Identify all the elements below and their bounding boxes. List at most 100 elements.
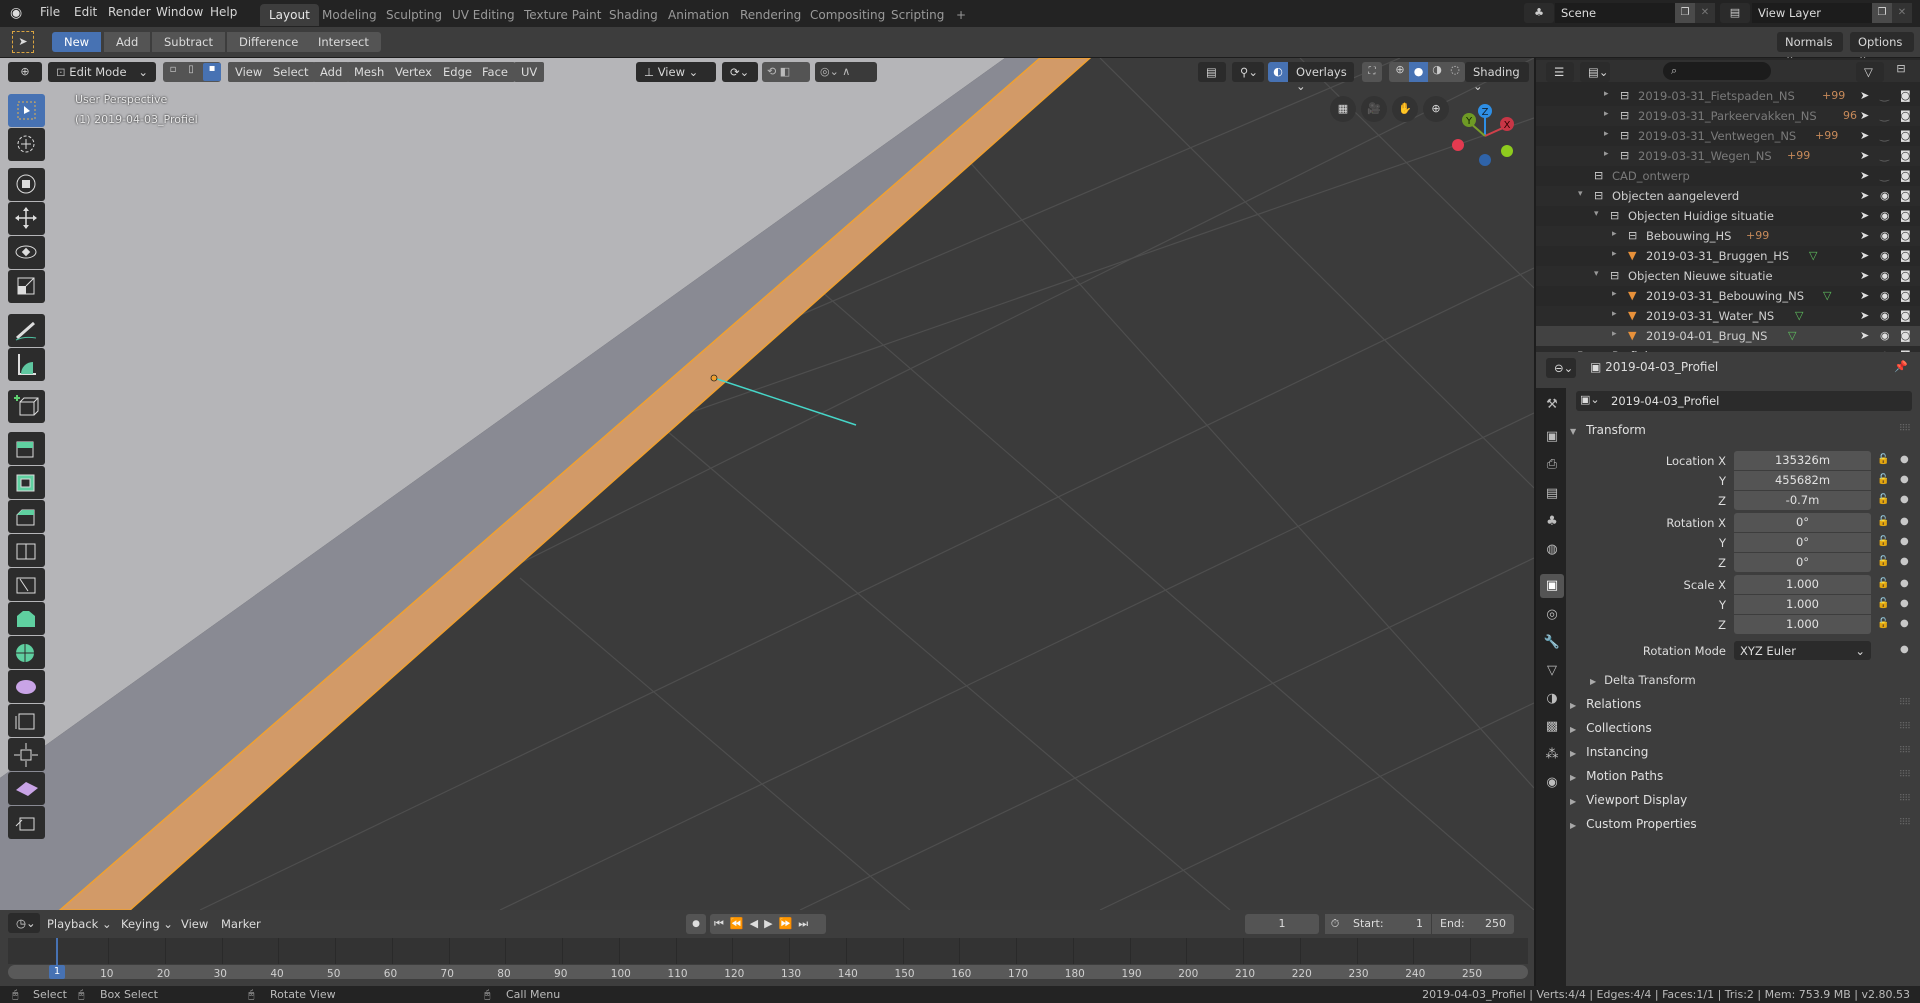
editor-type-icon[interactable]: ⊕ <box>8 62 42 82</box>
navigation-gizmo[interactable]: Z X Y <box>1450 96 1530 176</box>
drag-grip-icon[interactable]: ⠿⠿ <box>1899 770 1911 780</box>
keyframe-dot-icon[interactable]: ● <box>1900 644 1909 655</box>
disclosure-icon[interactable]: ▸ <box>1612 229 1617 239</box>
camera-icon[interactable]: ◙ <box>1900 109 1911 122</box>
viewport-menu-mesh[interactable]: Mesh <box>347 62 392 82</box>
render-tab-icon[interactable]: ▣ <box>1540 425 1564 449</box>
selectable-arrow-icon[interactable]: ➤ <box>1860 289 1869 302</box>
keyframe-dot-icon[interactable]: ● <box>1900 598 1909 609</box>
lock-icon[interactable]: 🔓 <box>1877 536 1889 547</box>
playhead-line[interactable] <box>56 938 58 966</box>
filter-icon[interactable]: ▽ <box>1856 62 1884 82</box>
select-tool-icon[interactable]: ➤ <box>12 31 34 53</box>
new-collection-icon[interactable]: ⊟ <box>1890 62 1912 80</box>
tool-extrude[interactable] <box>8 432 45 465</box>
tool-bevel[interactable] <box>8 500 45 533</box>
viewport-menu-select[interactable]: Select <box>266 62 316 82</box>
disclosure-icon[interactable]: ▾ <box>1578 189 1583 199</box>
mode-new-button[interactable]: New <box>52 32 102 52</box>
prev-keyframe-icon[interactable]: ⏪ <box>730 917 750 930</box>
keyframe-dot-icon[interactable]: ● <box>1900 494 1909 505</box>
timeline-menu-keying[interactable]: Keying ⌄ <box>121 917 173 931</box>
constraints-tab-icon[interactable]: ◉ <box>1540 771 1564 795</box>
display-mode-icon[interactable]: ▤⌄ <box>1580 62 1610 82</box>
properties-editor-type-icon[interactable]: ⊖⌄ <box>1546 358 1576 378</box>
rotation-z-field[interactable]: 0° <box>1734 553 1871 572</box>
timeline-menu-playback[interactable]: Playback ⌄ <box>47 917 112 931</box>
selectable-arrow-icon[interactable]: ➤ <box>1860 309 1869 322</box>
disclosure-icon[interactable]: ▸ <box>1604 129 1609 139</box>
eye-closed-icon[interactable]: ‿ <box>1880 169 1889 182</box>
camera-icon[interactable]: ◙ <box>1900 189 1911 202</box>
new-scene-icon[interactable]: ❐ <box>1675 3 1695 23</box>
mode-dropdown[interactable]: ⊡ Edit Mode ⌄ <box>48 62 156 82</box>
mesh-data-icon[interactable]: ▽ <box>1795 309 1803 322</box>
disclosure-icon[interactable]: ▸ <box>1604 149 1609 159</box>
mesh-data-icon[interactable]: ▽ <box>1823 289 1831 302</box>
tool-inset[interactable] <box>8 466 45 499</box>
selectable-arrow-icon[interactable]: ➤ <box>1860 89 1869 102</box>
object-tab-icon[interactable]: ▣ <box>1540 574 1564 598</box>
proportional-editing-toggle[interactable]: ◎⌄ ∧ <box>815 62 877 82</box>
panel-collections[interactable]: ▶ Collections ⠿⠿ <box>1570 716 1918 740</box>
tab-shading[interactable]: Shading <box>600 4 667 26</box>
eye-icon[interactable]: ◉ <box>1880 329 1890 342</box>
gizmo-dropdown[interactable]: ⚲⌄ <box>1232 62 1264 82</box>
tool-scale[interactable] <box>8 270 45 303</box>
mesh-data-icon[interactable]: ▽ <box>1788 329 1796 342</box>
tool-add-cube[interactable] <box>8 390 45 423</box>
tool-cursor[interactable] <box>8 128 45 161</box>
record-icon[interactable]: ● <box>686 914 706 934</box>
timeline-editor-type-icon[interactable]: ◷⌄ <box>8 913 40 933</box>
panel-custom-properties[interactable]: ▶ Custom Properties ⠿⠿ <box>1570 812 1918 836</box>
outliner-search-input[interactable]: ⌕ <box>1663 62 1771 80</box>
panel-relations[interactable]: ▶ Relations ⠿⠿ <box>1570 692 1918 716</box>
keyframe-dot-icon[interactable]: ● <box>1900 618 1909 629</box>
next-keyframe-icon[interactable]: ⏩ <box>779 917 799 930</box>
keyframe-dot-icon[interactable]: ● <box>1900 454 1909 465</box>
mode-intersect-button[interactable]: Intersect <box>306 32 381 52</box>
viewport-menu-uv[interactable]: UV <box>514 62 545 82</box>
shading-dropdown[interactable]: Shading ⌄ <box>1465 62 1529 93</box>
tool-rotate[interactable] <box>8 236 45 269</box>
solid-shading-icon[interactable]: ● <box>1409 62 1428 82</box>
selectable-arrow-icon[interactable]: ➤ <box>1860 249 1869 262</box>
keyframe-dot-icon[interactable]: ● <box>1900 474 1909 485</box>
tab-scripting[interactable]: Scripting <box>882 4 953 26</box>
eye-closed-icon[interactable]: ‿ <box>1880 149 1889 162</box>
pivot-point-dropdown[interactable]: ⟳⌄ <box>722 62 758 82</box>
tool-shrink-fatten[interactable] <box>8 738 45 771</box>
particles-tab-icon[interactable]: ⁂ <box>1540 743 1564 767</box>
gizmo-neg-x-handle[interactable] <box>1452 139 1464 151</box>
eye-icon[interactable]: ◉ <box>1880 229 1890 242</box>
view-layer-tab-icon[interactable]: ▤ <box>1540 482 1564 506</box>
delete-view-layer-icon[interactable]: ✕ <box>1892 3 1912 23</box>
lock-icon[interactable]: 🔓 <box>1877 618 1889 629</box>
selectable-arrow-icon[interactable]: ➤ <box>1860 269 1869 282</box>
timeline-menu-view[interactable]: View <box>181 917 208 931</box>
selectable-arrow-icon[interactable]: ➤ <box>1860 329 1869 342</box>
disclosure-icon[interactable]: ▸ <box>1612 309 1617 319</box>
lock-icon[interactable]: 🔓 <box>1877 516 1889 527</box>
rotation-y-field[interactable]: 0° <box>1734 533 1871 552</box>
drag-grip-icon[interactable]: ⠿⠿ <box>1899 818 1911 828</box>
tab-rendering[interactable]: Rendering <box>731 4 810 26</box>
lock-icon[interactable]: 🔓 <box>1877 578 1889 589</box>
tool-edge-slide[interactable] <box>8 704 45 737</box>
tool-shear[interactable] <box>8 772 45 805</box>
playhead-frame-label[interactable]: 1 <box>49 965 65 979</box>
mesh-data-tab-icon[interactable]: ▽ <box>1540 659 1564 683</box>
tab-animation[interactable]: Animation <box>659 4 738 26</box>
keyframe-dot-icon[interactable]: ● <box>1900 516 1909 527</box>
options-dropdown[interactable]: Options ⌄ <box>1850 32 1914 63</box>
selectable-arrow-icon[interactable]: ➤ <box>1860 229 1869 242</box>
location-y-field[interactable]: 455682m <box>1734 471 1871 490</box>
camera-view-icon[interactable]: 🎥 <box>1361 96 1387 122</box>
lock-icon[interactable]: 🔓 <box>1877 556 1889 567</box>
selectable-arrow-icon[interactable]: ➤ <box>1860 209 1869 222</box>
disclosure-icon[interactable]: ▸ <box>1612 249 1617 259</box>
texture-tab-icon[interactable]: ▩ <box>1540 715 1564 739</box>
tool-poly-build[interactable] <box>8 602 45 635</box>
viewport-menu-vertex[interactable]: Vertex <box>388 62 439 82</box>
object-name-field[interactable]: ▣⌄ 2019-04-03_Profiel <box>1576 391 1912 411</box>
